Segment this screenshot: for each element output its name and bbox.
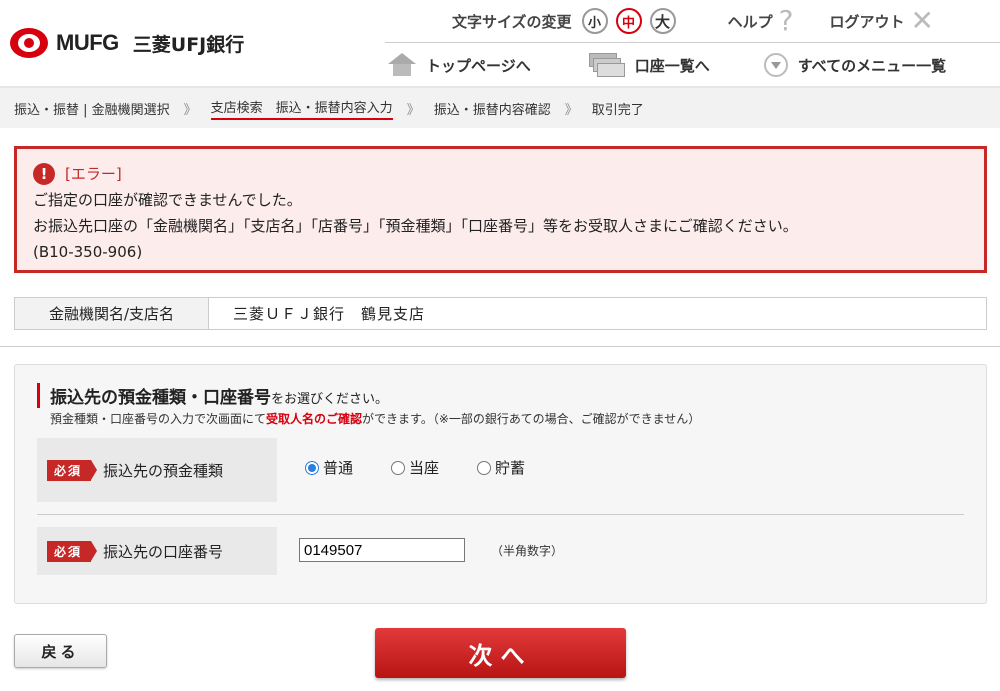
deposit-type-option-current[interactable]: 当座 xyxy=(391,457,439,478)
nav-all-menu[interactable]: すべてのメニュー一覧 xyxy=(763,53,947,77)
breadcrumb-separator: 》 xyxy=(564,102,578,118)
error-line-2: お振込先口座の「金融機関名」「支店名」「店番号」「預金種類」「口座番号」等をお受… xyxy=(33,217,798,235)
nav-divider xyxy=(385,42,1000,43)
error-title: [エラー] xyxy=(65,165,122,183)
required-badge: 必須 xyxy=(47,459,98,481)
account-number-hint: （半角数字） xyxy=(491,544,564,558)
bank-info-label: 金融機関名/支店名 xyxy=(15,298,209,329)
section-divider xyxy=(0,346,1000,347)
font-size-medium-button[interactable]: 中 xyxy=(615,8,642,34)
help-label: ヘルプ xyxy=(727,12,773,31)
breadcrumb-step-3: 振込・振替内容確認 xyxy=(433,102,551,118)
account-number-input[interactable] xyxy=(299,538,465,562)
field-divider xyxy=(37,514,964,515)
deposit-type-label: 振込先の預金種類 xyxy=(103,461,224,480)
account-number-label-cell: 必須 振込先の口座番号 xyxy=(37,527,277,575)
chevron-down-icon xyxy=(763,53,788,77)
account-number-label: 振込先の口座番号 xyxy=(103,542,224,561)
radio-checked[interactable] xyxy=(305,460,319,475)
account-form-panel: 振込先の預金種類・口座番号をお選びください。 預金種類・口座番号の入力で次画面に… xyxy=(14,364,987,604)
font-size-label: 文字サイズの変更 xyxy=(452,12,572,31)
nav-top-page-label: トップページへ xyxy=(426,56,531,75)
next-button[interactable]: 次へ xyxy=(375,628,626,678)
form-desc-prefix: 預金種類・口座番号の入力で次画面にて xyxy=(50,412,267,426)
exclamation-icon: ! xyxy=(33,163,55,185)
sub-nav: トップページへ 口座一覧へ すべてのメニュー一覧 xyxy=(388,48,946,82)
form-desc-suffix: ができます。（※一部の銀行あての場合、ご確認ができません） xyxy=(362,412,701,426)
form-title-main: 振込先の預金種類・口座番号 xyxy=(50,388,271,408)
bank-info-row: 金融機関名/支店名 三菱ＵＦＪ銀行 鶴見支店 xyxy=(14,297,987,330)
form-title: 振込先の預金種類・口座番号をお選びください。 xyxy=(37,383,388,408)
error-code: (B10-350-906) xyxy=(33,243,143,261)
radio-unchecked[interactable] xyxy=(477,460,492,475)
logout-label: ログアウト xyxy=(829,12,905,31)
back-button[interactable]: 戻る xyxy=(14,634,107,668)
form-description: 預金種類・口座番号の入力で次画面にて受取人名のご確認ができます。（※一部の銀行あ… xyxy=(50,410,700,427)
breadcrumb-separator: 》 xyxy=(406,102,420,118)
nav-account-list[interactable]: 口座一覧へ xyxy=(588,53,710,77)
radio-unchecked[interactable] xyxy=(391,460,406,475)
error-line-1: ご指定の口座が確認できませんでした。 xyxy=(33,191,302,209)
breadcrumb-step-4: 取引完了 xyxy=(591,102,644,118)
form-title-suffix: をお選びください。 xyxy=(271,392,389,407)
home-icon xyxy=(388,53,416,77)
form-desc-highlight: 受取人名のご確認 xyxy=(266,412,363,426)
breadcrumb-step-1: 振込・振替 | 金融機関選択 xyxy=(14,102,170,118)
nav-account-list-label: 口座一覧へ xyxy=(634,56,710,75)
header: MUFG 三菱UFJ銀行 文字サイズの変更 小 中 大 ヘルプ ? ログアウト … xyxy=(0,0,1000,88)
breadcrumb: 振込・振替 | 金融機関選択 》 支店検索 振込・振替内容入力 》 振込・振替内… xyxy=(0,88,1000,128)
error-header: ! [エラー] xyxy=(33,161,968,187)
help-link[interactable]: ヘルプ ? xyxy=(728,7,794,35)
nav-all-menu-label: すべてのメニュー一覧 xyxy=(797,56,947,75)
logout-link[interactable]: ログアウト ✕ xyxy=(829,7,933,35)
mufg-logo[interactable]: MUFG 三菱UFJ銀行 xyxy=(10,28,244,58)
deposit-type-radio-group: 普通 当座 貯蓄 xyxy=(305,457,563,478)
deposit-type-option-label: 当座 xyxy=(409,459,440,477)
close-icon: ✕ xyxy=(910,4,934,37)
question-icon: ? xyxy=(778,4,794,37)
font-size-small-button[interactable]: 小 xyxy=(581,8,608,34)
deposit-type-label-cell: 必須 振込先の預金種類 xyxy=(37,438,277,502)
mufg-logo-icon xyxy=(10,28,48,58)
bank-info-value: 三菱ＵＦＪ銀行 鶴見支店 xyxy=(233,305,426,323)
breadcrumb-step-2-current: 支店検索 振込・振替内容入力 xyxy=(210,97,393,120)
deposit-type-option-label: 貯蓄 xyxy=(495,459,526,477)
nav-top-page[interactable]: トップページへ xyxy=(388,53,531,77)
accounts-icon xyxy=(588,53,625,77)
top-nav: 文字サイズの変更 小 中 大 ヘルプ ? ログアウト ✕ xyxy=(452,6,934,36)
logo-text: MUFG xyxy=(56,30,119,55)
breadcrumb-separator: 》 xyxy=(183,102,197,118)
required-badge: 必須 xyxy=(47,540,98,562)
bank-name: 三菱UFJ銀行 xyxy=(132,33,245,56)
deposit-type-option-ordinary[interactable]: 普通 xyxy=(305,457,353,478)
deposit-type-option-label: 普通 xyxy=(323,459,354,477)
font-size-large-button[interactable]: 大 xyxy=(649,8,676,34)
error-message-box: ! [エラー] ご指定の口座が確認できませんでした。 お振込先口座の「金融機関名… xyxy=(14,146,987,273)
deposit-type-option-savings[interactable]: 貯蓄 xyxy=(477,457,525,478)
